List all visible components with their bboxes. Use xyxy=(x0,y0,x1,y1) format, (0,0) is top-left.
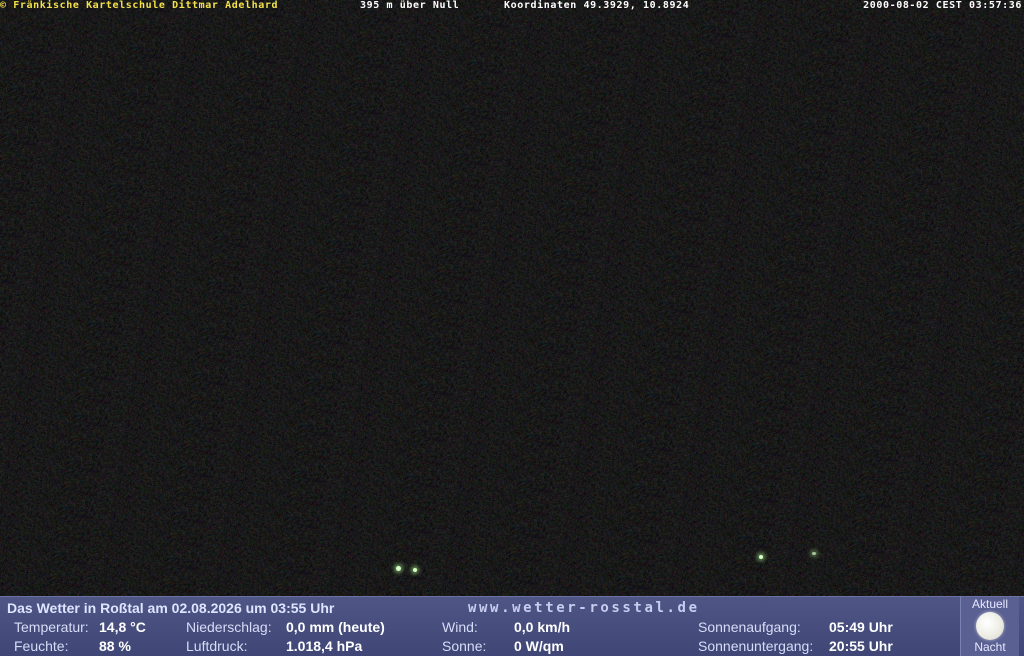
distant-light xyxy=(812,552,816,555)
website-link[interactable]: www.wetter-rosstal.de xyxy=(468,599,700,617)
temperature-value: 14,8 °C xyxy=(99,619,146,635)
humidity-label: Feuchte: xyxy=(14,638,69,654)
distant-light xyxy=(413,568,417,572)
camera-altitude: 395 m über Null xyxy=(360,0,460,11)
webcam-frame: © Fränkische Kartelschule Dittmar Adelha… xyxy=(0,0,1024,656)
sunrise-label: Sonnenaufgang: xyxy=(698,619,801,635)
wind-label: Wind: xyxy=(442,619,478,635)
sunrise-value: 05:49 Uhr xyxy=(829,619,893,635)
moon-phase-box: Aktuell Nacht xyxy=(960,597,1019,656)
sunset-value: 20:55 Uhr xyxy=(829,638,893,654)
wind-value: 0,0 km/h xyxy=(514,619,571,635)
camera-coordinates: Koordinaten 49.3929, 10.8924 xyxy=(504,0,690,11)
temperature-label: Temperatur: xyxy=(14,619,89,635)
distant-light xyxy=(396,566,401,571)
weather-info-bar: Das Wetter in Roßtal am 02.08.2026 um 03… xyxy=(0,596,1024,656)
webcam-night-image xyxy=(0,0,1024,596)
camera-info-bar: © Fränkische Kartelschule Dittmar Adelha… xyxy=(0,0,1024,11)
pressure-value: 1.018,4 hPa xyxy=(286,638,363,654)
camera-timestamp: 2000-08-02 CEST 03:57:36 xyxy=(863,0,1022,11)
sun-value: 0 W/qm xyxy=(514,638,564,654)
camera-owner: © Fränkische Kartelschule Dittmar Adelha… xyxy=(0,0,279,11)
distant-light xyxy=(759,555,763,559)
precipitation-value: 0,0 mm (heute) xyxy=(286,619,385,635)
precipitation-label: Niederschlag: xyxy=(186,619,272,635)
full-moon-icon xyxy=(976,612,1004,640)
sun-label: Sonne: xyxy=(442,638,487,654)
moon-current-label: Aktuell xyxy=(971,597,1009,611)
pressure-label: Luftdruck: xyxy=(186,638,248,654)
sunset-label: Sonnenuntergang: xyxy=(698,638,814,654)
humidity-value: 88 % xyxy=(99,638,131,654)
weather-title: Das Wetter in Roßtal am 02.08.2026 um 03… xyxy=(7,600,335,616)
moon-phase-label: Nacht xyxy=(974,640,1006,654)
